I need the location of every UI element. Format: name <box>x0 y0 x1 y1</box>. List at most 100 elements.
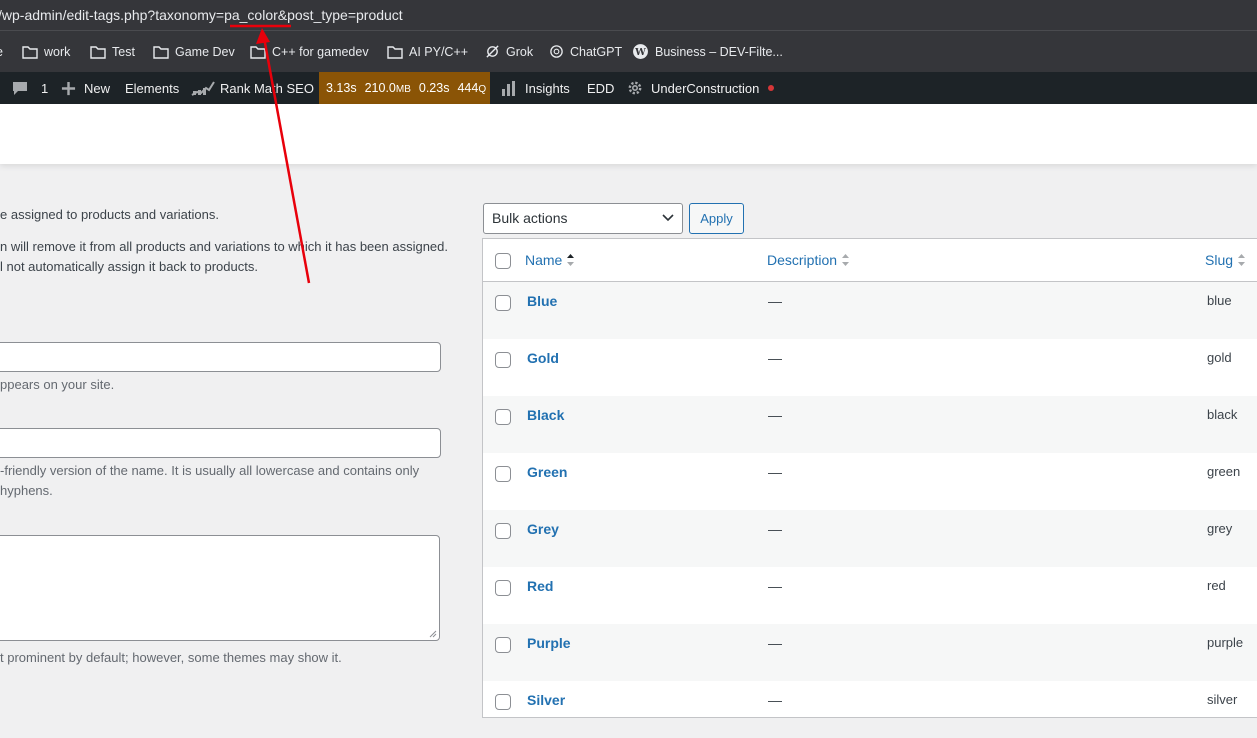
term-name-link[interactable]: Purple <box>527 635 571 651</box>
row-checkbox[interactable] <box>495 409 511 425</box>
slug-hint-line-1: -friendly version of the name. It is usu… <box>0 463 420 478</box>
gear-icon <box>628 81 642 95</box>
term-slug: red <box>1207 578 1226 593</box>
folder-icon <box>153 45 169 59</box>
term-slug: gold <box>1207 350 1232 365</box>
bookmark-label: Test <box>112 44 135 59</box>
bookmark-label: Game Dev <box>175 44 235 59</box>
bulk-actions-select[interactable]: Bulk actions <box>483 203 683 234</box>
table-row: Silver — silver <box>483 681 1257 738</box>
intro-text-line-2: n will remove it from all products and v… <box>0 239 448 254</box>
table-header: Name Description Slug <box>483 239 1257 282</box>
description-textarea[interactable] <box>0 535 440 641</box>
column-name-sort[interactable]: Name <box>525 239 575 281</box>
adminbar-new[interactable]: New <box>61 72 110 104</box>
bookmark-partial[interactable]: e <box>0 31 3 72</box>
query-monitor-stats[interactable]: 3.13s 210.0MB 0.23s 444Q <box>319 72 490 104</box>
term-slug: purple <box>1207 635 1244 650</box>
bookmark-grok[interactable]: Grok <box>485 31 533 72</box>
perf-time: 3.13s <box>326 81 357 95</box>
adminbar-elements[interactable]: Elements <box>125 72 179 104</box>
intro-text-line-1: e assigned to products and variations. <box>0 207 219 222</box>
sort-icon <box>842 254 850 266</box>
bookmark-label: AI PY/C++ <box>409 44 469 59</box>
term-name-link[interactable]: Silver <box>527 692 565 708</box>
description-hint: t prominent by default; however, some th… <box>0 650 342 665</box>
plus-icon <box>61 81 76 95</box>
apply-button[interactable]: Apply <box>689 203 744 234</box>
bookmark-work[interactable]: work <box>22 31 70 72</box>
row-checkbox[interactable] <box>495 637 511 653</box>
table-row: Gold — gold <box>483 339 1257 396</box>
term-description: — <box>768 293 782 309</box>
table-row: Green — green <box>483 453 1257 510</box>
wp-admin-bar: 1 New Elements Rank Math SEO 3.13s 210.0… <box>0 72 1257 104</box>
bookmark-label: Business – DEV-Filte... <box>655 44 783 59</box>
name-hint: ppears on your site. <box>0 377 115 392</box>
table-row: Purple — purple <box>483 624 1257 681</box>
term-name-link[interactable]: Gold <box>527 350 559 366</box>
bookmark-game-dev[interactable]: Game Dev <box>153 31 235 72</box>
column-description-sort[interactable]: Description <box>767 239 850 281</box>
bookmark-label: ChatGPT <box>570 44 623 59</box>
bookmark-chatgpt[interactable]: ChatGPT <box>549 31 622 72</box>
adminbar-rankmath[interactable]: Rank Math SEO <box>191 72 314 104</box>
adminbar-edd[interactable]: EDD <box>587 72 614 104</box>
row-checkbox[interactable] <box>495 694 511 710</box>
chatgpt-icon <box>550 45 563 58</box>
wordpress-icon: W <box>633 44 648 59</box>
table-row: Red — red <box>483 567 1257 624</box>
folder-icon <box>387 45 403 59</box>
select-all-checkbox[interactable] <box>495 253 511 269</box>
new-label: New <box>84 80 111 96</box>
row-checkbox[interactable] <box>495 295 511 311</box>
term-name-link[interactable]: Red <box>527 578 553 594</box>
bulk-actions-value: Bulk actions <box>492 210 568 226</box>
row-checkbox[interactable] <box>495 352 511 368</box>
term-description: — <box>768 464 782 480</box>
slug-input[interactable] <box>0 428 441 458</box>
intro-text-line-3: l not automatically assign it back to pr… <box>0 259 258 274</box>
grok-icon <box>486 45 499 58</box>
bookmark-label: work <box>44 44 71 59</box>
term-name-link[interactable]: Black <box>527 407 564 423</box>
table-row: Grey — grey <box>483 510 1257 567</box>
row-checkbox[interactable] <box>495 466 511 482</box>
adminbar-insights[interactable]: Insights <box>501 72 570 104</box>
comments-count: 1 <box>41 80 49 96</box>
row-checkbox[interactable] <box>495 580 511 596</box>
row-checkbox[interactable] <box>495 523 511 539</box>
bookmark-ai-py-cpp[interactable]: AI PY/C++ <box>387 31 468 72</box>
bookmark-cpp-gamedev[interactable]: C++ for gamedev <box>250 31 369 72</box>
page-header-strip <box>0 104 1257 164</box>
bookmark-test[interactable]: Test <box>90 31 135 72</box>
comment-icon <box>13 81 27 95</box>
perf-memory-unit: MB <box>395 84 411 95</box>
perf-db-time: 0.23s <box>418 81 450 95</box>
column-slug-label: Slug <box>1205 252 1234 268</box>
term-slug: green <box>1207 464 1241 479</box>
address-url[interactable]: /wp-admin/edit-tags.php?taxonomy=pa_colo… <box>0 0 403 30</box>
folder-icon <box>22 45 38 59</box>
underconstruction-label: UnderConstruction <box>651 80 760 96</box>
name-input[interactable] <box>0 342 441 372</box>
term-description: — <box>768 692 782 708</box>
slug-hint-line-2: hyphens. <box>0 483 53 498</box>
term-name-link[interactable]: Blue <box>527 293 557 309</box>
column-slug-sort[interactable]: Slug <box>1205 239 1246 281</box>
rankmath-label: Rank Math SEO <box>220 80 314 96</box>
browser-address-bar[interactable]: /wp-admin/edit-tags.php?taxonomy=pa_colo… <box>0 0 1257 30</box>
term-name-link[interactable]: Green <box>527 464 567 480</box>
svg-text:W: W <box>634 47 646 58</box>
adminbar-comments[interactable]: 1 <box>12 72 48 104</box>
term-name-link[interactable]: Grey <box>527 521 559 537</box>
bookmark-business[interactable]: W Business – DEV-Filte... <box>632 31 783 72</box>
column-description-label: Description <box>767 252 838 268</box>
edd-label: EDD <box>587 80 615 96</box>
column-name-label: Name <box>525 252 563 268</box>
chevron-down-icon <box>662 214 674 222</box>
resize-handle-icon[interactable] <box>429 630 437 638</box>
term-description: — <box>768 407 782 423</box>
adminbar-underconstruction[interactable]: UnderConstruction <box>626 72 775 104</box>
term-description: — <box>768 521 782 537</box>
